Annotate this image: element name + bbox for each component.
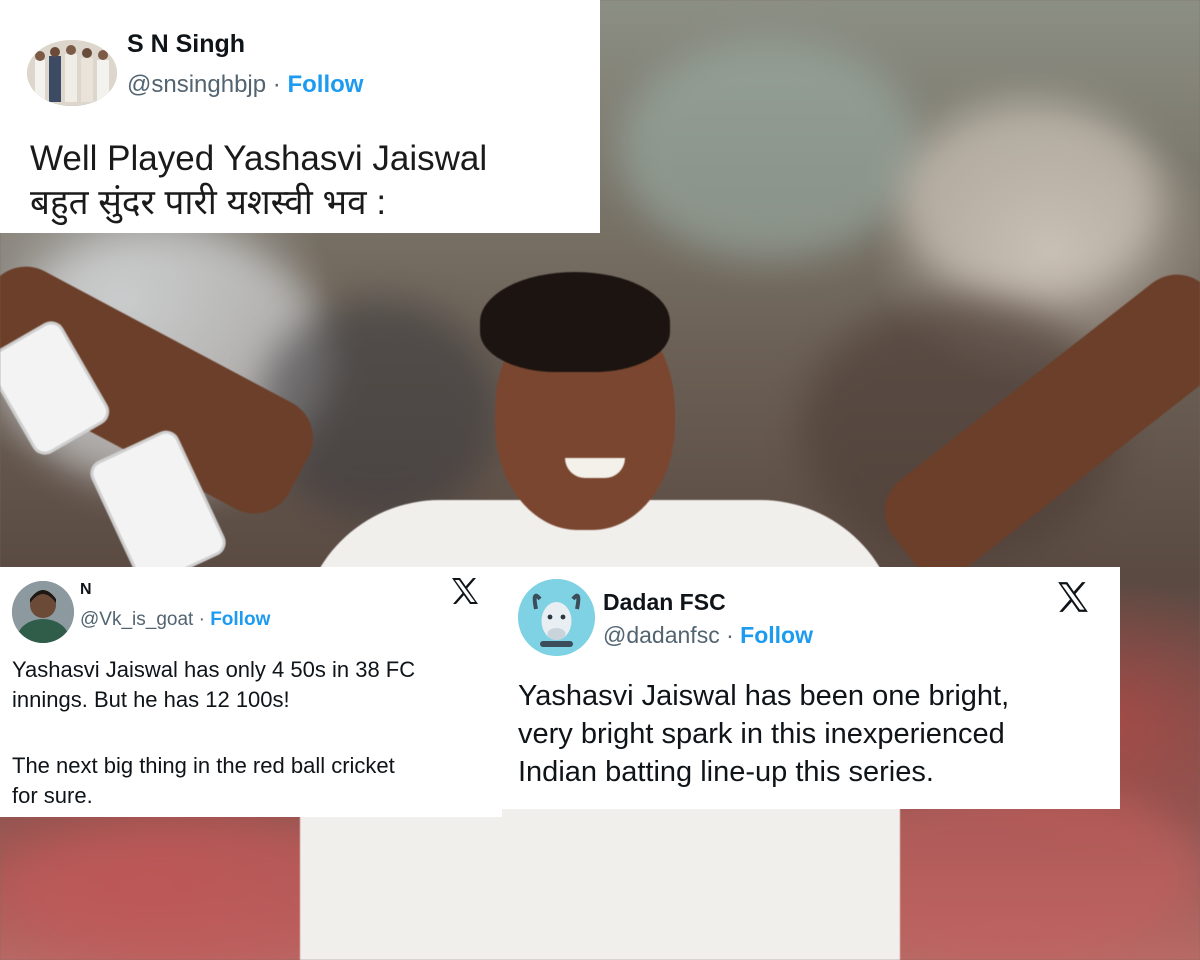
handle-row: @snsinghbjp · Follow — [127, 71, 363, 99]
tweet-text-line: innings. But he has 12 100s! — [12, 687, 290, 712]
avatar[interactable] — [27, 40, 117, 106]
tweet-text-line: very bright spark in this inexperienced — [518, 718, 1005, 750]
tweet-text-line — [12, 715, 482, 751]
tweet-card-vk-is-goat: N @Vk_is_goat · Follow Yashasvi Jaiswal … — [0, 567, 502, 817]
follow-button[interactable]: Follow — [740, 622, 813, 648]
tweet-card-snsingh: S N Singh @snsinghbjp · Follow Well Play… — [0, 0, 600, 233]
tweet-text-line: Yashasvi Jaiswal has been one bright, — [518, 680, 1010, 712]
avatar[interactable] — [518, 579, 595, 656]
tweet-text-line: Indian batting line-up this series. — [518, 756, 934, 788]
separator: · — [726, 622, 734, 648]
display-name[interactable]: Dadan FSC — [603, 589, 726, 616]
handle[interactable]: @dadanfsc — [603, 622, 720, 648]
handle[interactable]: @Vk_is_goat — [80, 609, 193, 630]
avatar[interactable] — [12, 581, 74, 643]
tweet-text-line: The next big thing in the red ball crick… — [12, 753, 395, 778]
separator: · — [198, 609, 205, 630]
x-logo-icon[interactable] — [450, 577, 480, 610]
tweet-text: Yashasvi Jaiswal has only 4 50s in 38 FC… — [12, 655, 482, 811]
tweet-card-dadanfsc: Dadan FSC @dadanfsc · Follow Yashasvi Ja… — [500, 567, 1120, 809]
handle[interactable]: @snsinghbjp — [127, 71, 266, 98]
tweet-text-line: Yashasvi Jaiswal has only 4 50s in 38 FC — [12, 657, 416, 682]
display-name[interactable]: S N Singh — [127, 30, 245, 59]
handle-row: @Vk_is_goat · Follow — [80, 609, 270, 631]
tweet-text: Well Played Yashasvi Jaiswal बहुत सुंदर … — [30, 137, 487, 225]
display-name[interactable]: N — [80, 581, 92, 599]
handle-row: @dadanfsc · Follow — [603, 622, 813, 649]
follow-button[interactable]: Follow — [287, 71, 363, 98]
tweet-text: Yashasvi Jaiswal has been one bright, ve… — [518, 677, 1098, 791]
tweet-text-line: for sure. — [12, 783, 93, 808]
follow-button[interactable]: Follow — [210, 609, 270, 630]
separator: · — [272, 71, 281, 98]
tweet-text-line: बहुत सुंदर पारी यशस्वी भव : — [30, 183, 387, 222]
tweet-text-line: Well Played Yashasvi Jaiswal — [30, 139, 488, 178]
x-logo-icon[interactable] — [1055, 581, 1091, 618]
